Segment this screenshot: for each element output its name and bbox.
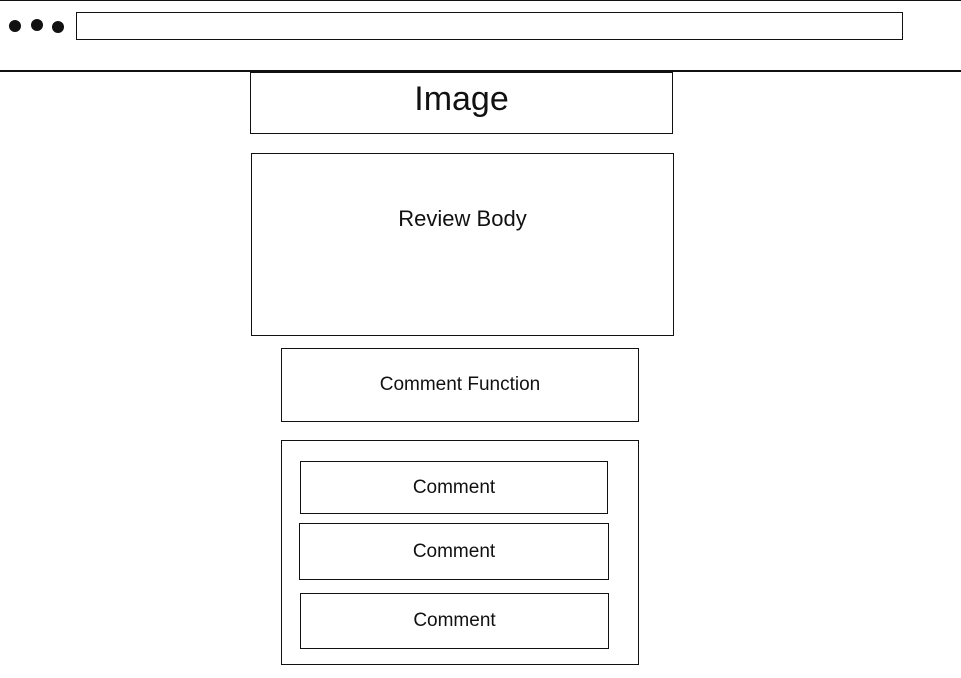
comment-label: Comment xyxy=(412,476,496,498)
url-bar[interactable] xyxy=(76,12,903,40)
comment-label: Comment xyxy=(413,610,496,631)
comment-item[interactable]: Comment xyxy=(300,461,608,514)
comment-item[interactable]: Comment xyxy=(300,593,609,649)
header-top-border xyxy=(0,0,961,1)
review-body-label: Review Body xyxy=(398,206,527,231)
comment-function-label: Comment Function xyxy=(379,374,541,395)
window-dot-2-icon[interactable] xyxy=(31,19,43,31)
image-placeholder: Image xyxy=(250,72,673,134)
browser-header xyxy=(0,0,961,72)
review-body-section: Review Body xyxy=(251,153,674,336)
comment-function-section[interactable]: Comment Function xyxy=(281,348,639,422)
image-label: Image xyxy=(414,79,509,118)
window-dot-1-icon[interactable] xyxy=(9,20,21,32)
window-dot-3-icon[interactable] xyxy=(52,21,64,33)
comment-label: Comment xyxy=(412,540,496,562)
comment-item[interactable]: Comment xyxy=(299,523,609,580)
